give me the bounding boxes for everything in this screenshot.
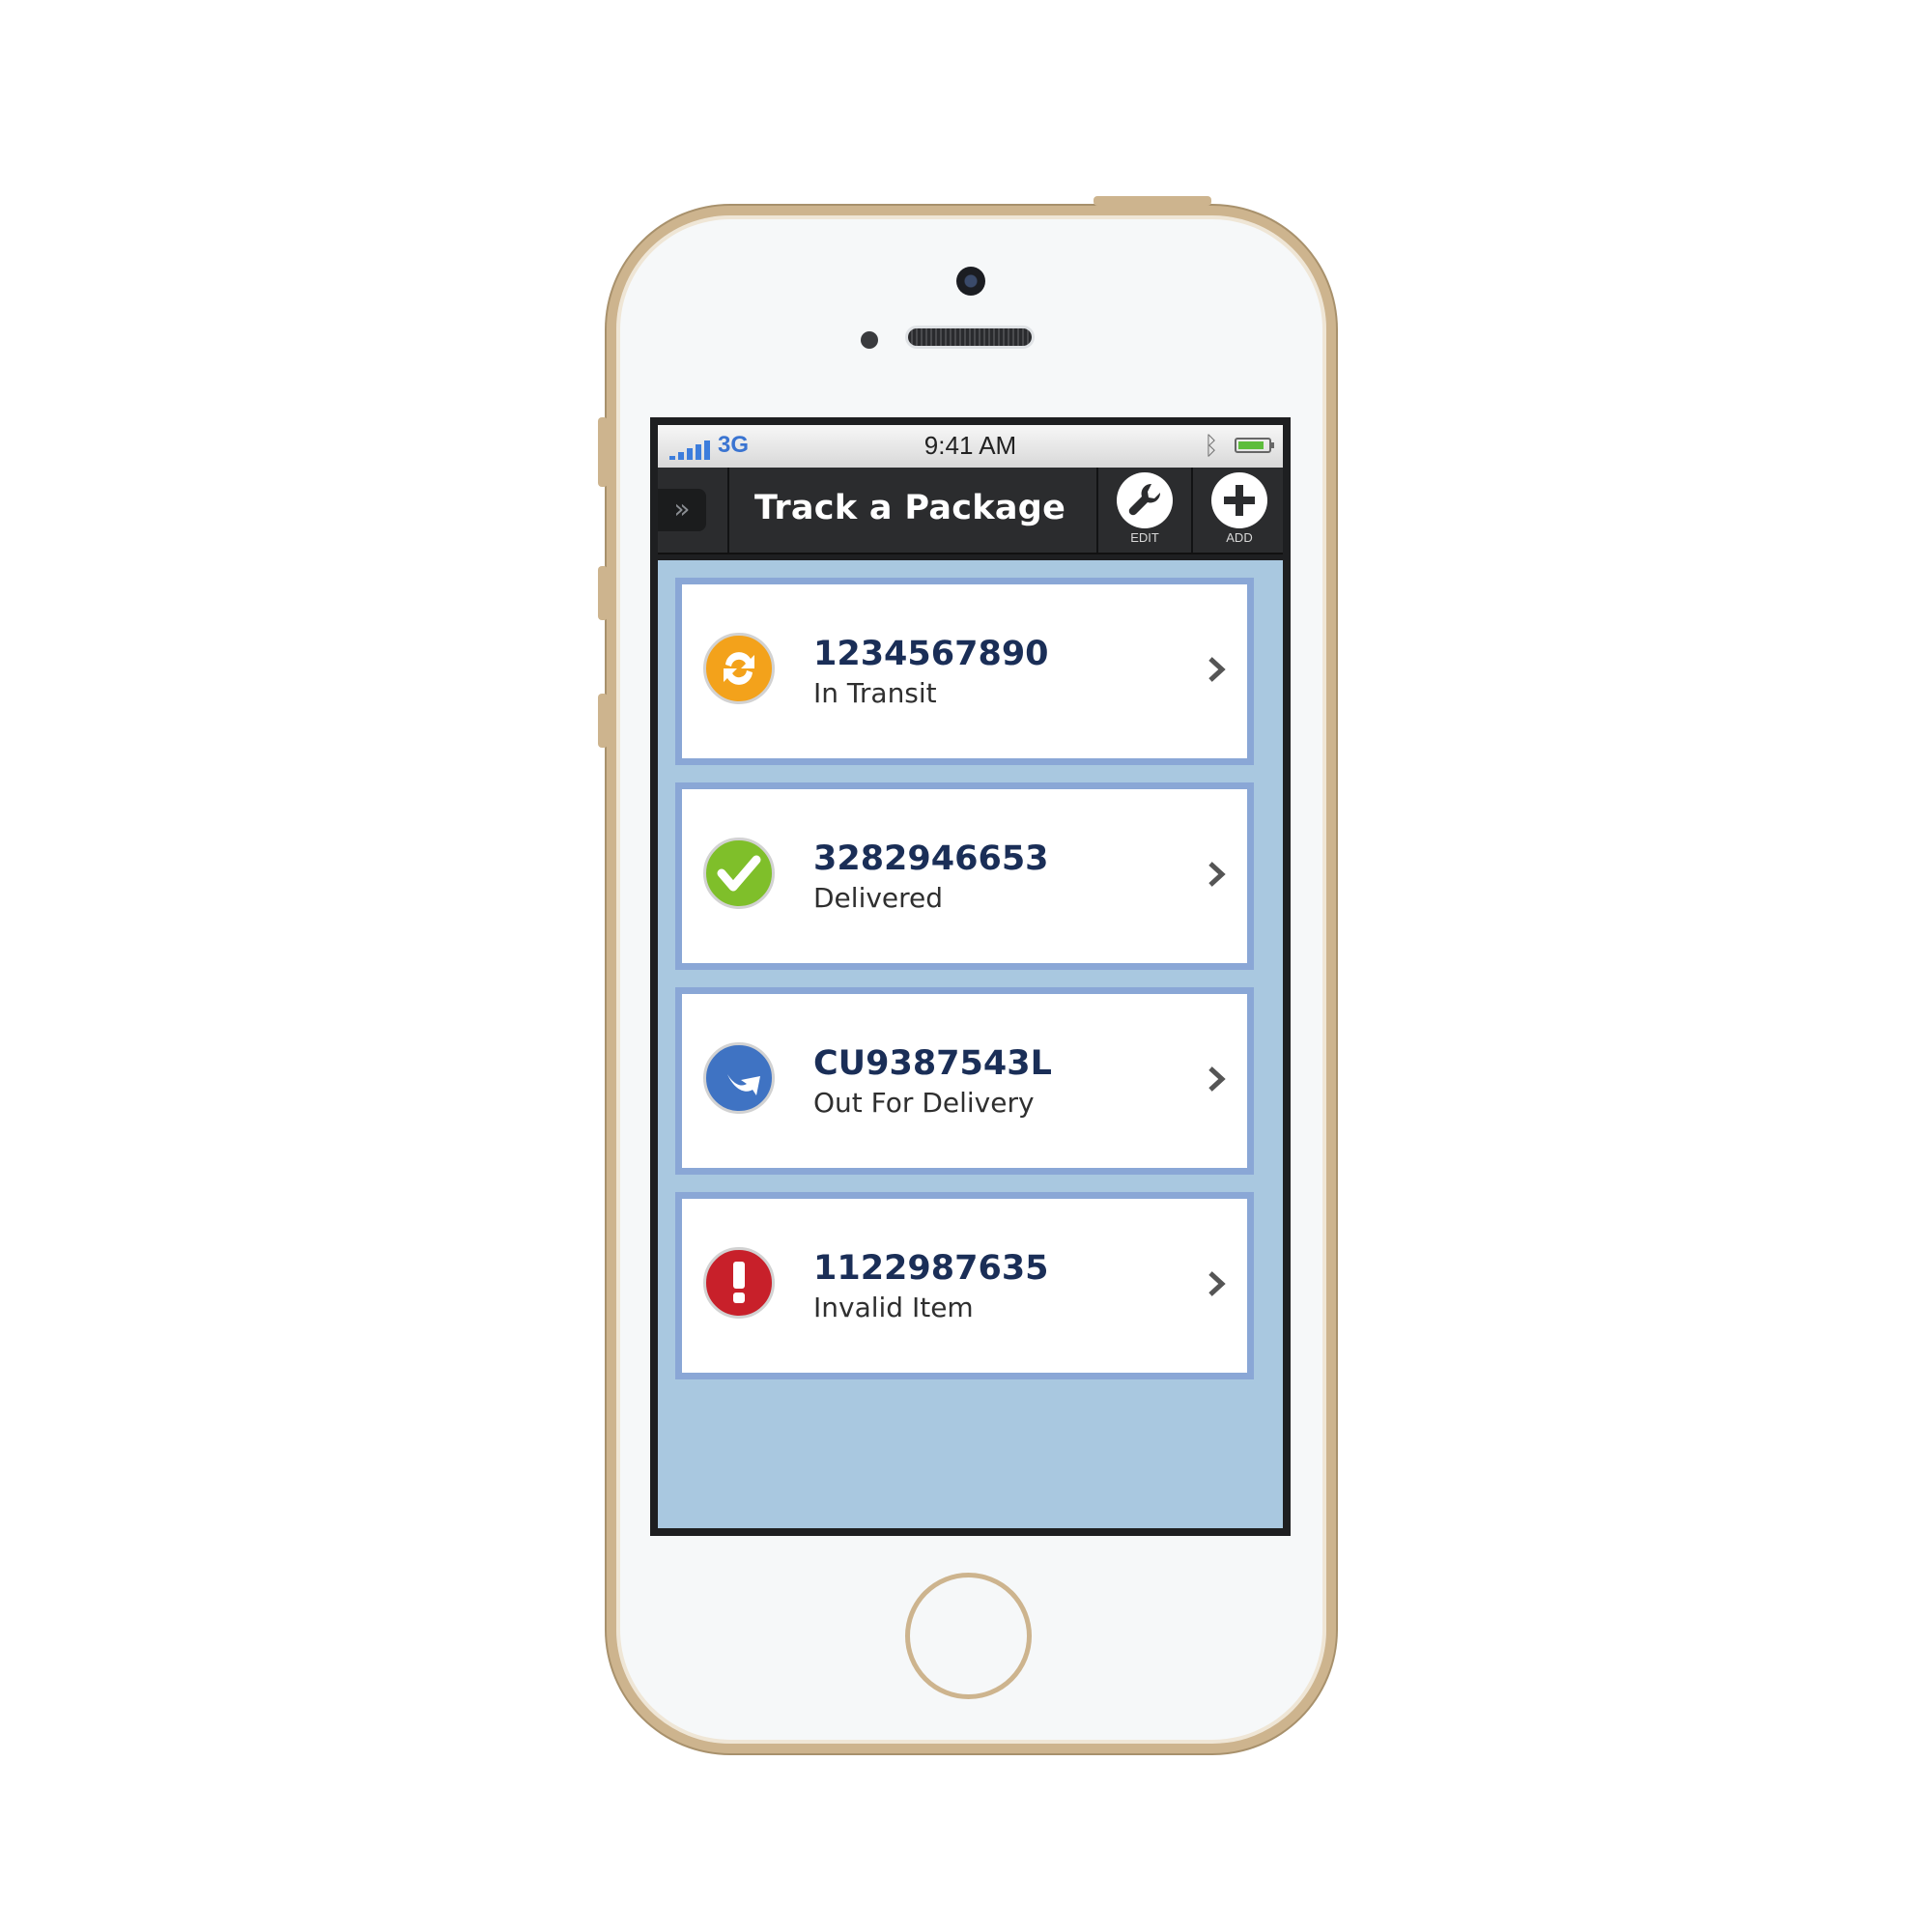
wrench-icon [1117,472,1173,528]
add-button[interactable]: ADD [1195,468,1284,553]
volume-up-button [598,566,608,620]
home-button[interactable] [905,1573,1032,1699]
battery-icon [1235,438,1274,453]
header-divider [727,468,729,553]
app-header: » Track a Package EDIT ADD [658,468,1283,554]
header-divider [1096,468,1098,553]
package-card[interactable]: 3282946653 Delivered [675,782,1254,970]
earpiece-speaker [908,328,1032,346]
mute-switch [598,417,608,487]
plus-circle-icon [1211,472,1267,528]
package-status: Out For Delivery [813,1087,1035,1119]
edit-label: EDIT [1130,530,1159,545]
chevron-right-icon [1208,1066,1226,1092]
bluetooth-icon: ᛒ [1204,431,1219,460]
edit-button[interactable]: EDIT [1100,468,1189,553]
page-title: Track a Package [754,489,1066,527]
front-camera [956,267,985,296]
package-status: Invalid Item [813,1292,974,1323]
chevron-right-icon [1208,657,1226,682]
menu-button[interactable]: » [658,489,706,531]
package-card[interactable]: 1234567890 In Transit [675,578,1254,765]
chevron-right-icon [1208,862,1226,887]
status-time: 9:41 AM [923,431,1017,460]
delivered-check-icon [703,838,775,909]
proximity-sensor [861,331,878,349]
tracking-number: 1122987635 [813,1249,1049,1288]
package-card[interactable]: CU9387543L Out For Delivery [675,987,1254,1175]
phone-screen: 3G 9:41 AM ᛒ » Track a Package EDIT ADD … [650,417,1291,1536]
battery-level [1238,441,1264,449]
out-for-delivery-icon [703,1042,775,1114]
package-card[interactable]: 1122987635 Invalid Item [675,1192,1254,1379]
tracking-number: CU9387543L [813,1044,1052,1083]
volume-down-button [598,694,608,748]
tracking-number: 1234567890 [813,635,1049,673]
tracking-number: 3282946653 [813,839,1049,878]
in-transit-icon [703,633,775,704]
package-status: In Transit [813,677,937,709]
invalid-alert-icon [703,1247,775,1319]
double-chevron-right-icon: » [673,493,691,525]
package-list: 1234567890 In Transit 3282946653 Deliver… [658,560,1283,1528]
package-status: Delivered [813,882,944,914]
status-bar: 3G 9:41 AM ᛒ [658,425,1283,468]
header-divider [1191,468,1193,553]
power-button [1094,196,1211,206]
chevron-right-icon [1208,1271,1226,1296]
add-label: ADD [1226,530,1253,545]
